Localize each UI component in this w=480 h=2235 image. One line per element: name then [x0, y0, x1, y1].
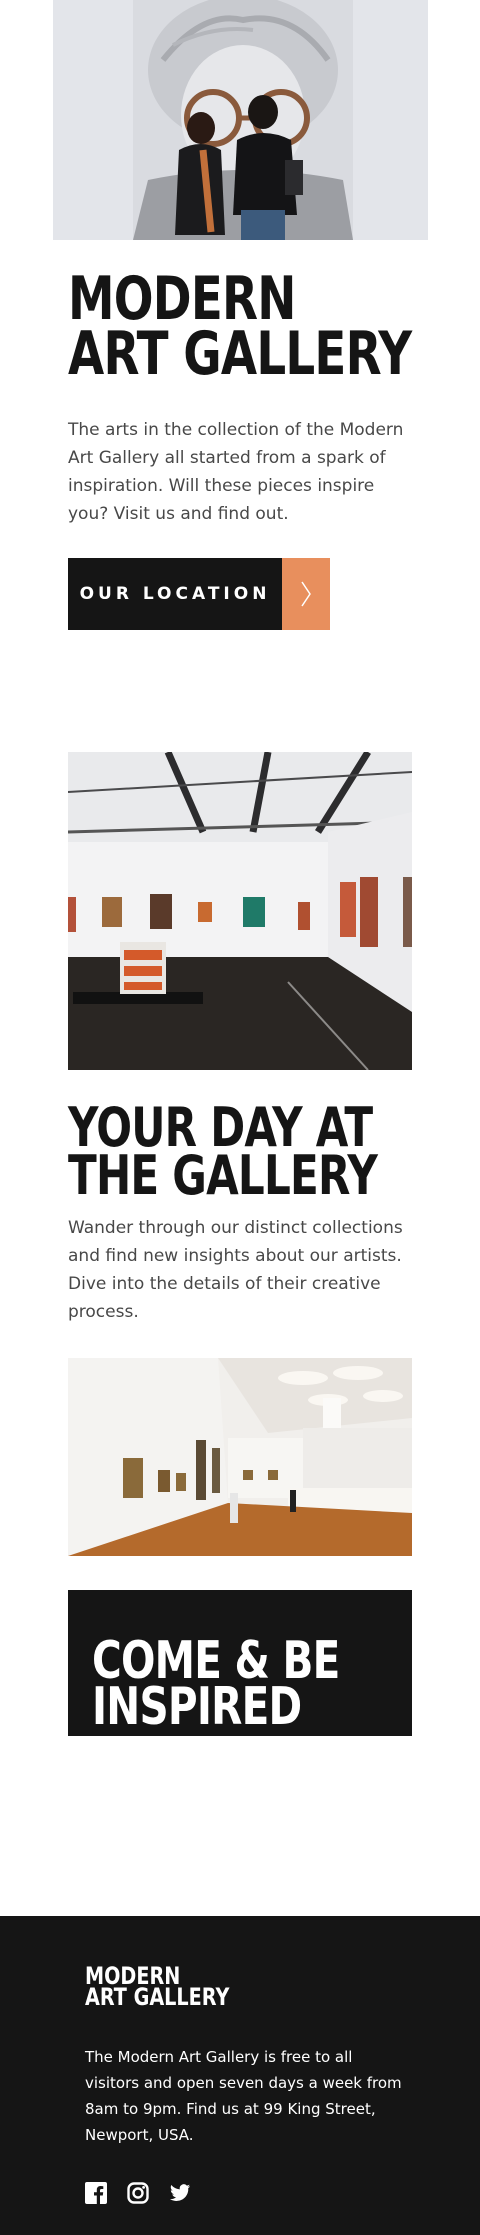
chevron-right-icon [282, 558, 330, 630]
footer: Modern Art Gallery The Modern Art Galler… [0, 1916, 480, 2235]
footer-logo[interactable]: Modern Art Gallery [85, 1964, 230, 2011]
twitter-icon[interactable] [169, 2182, 191, 2204]
inspired-banner: Come & Be Inspired [68, 1590, 412, 1736]
footer-description: The Modern Art Gallery is free to all vi… [85, 2048, 402, 2144]
our-location-button-label: OUR LOCATION [68, 558, 282, 630]
footer-logo-line2: Art Gallery [85, 1983, 230, 2011]
instagram-icon[interactable] [127, 2182, 149, 2204]
social-links [85, 2182, 191, 2204]
hero-description: The arts in the collection of the Modern… [68, 420, 404, 524]
section-title-line2: the Gallery [68, 1144, 378, 1207]
section-title-your-day: Your Day at the Gallery [68, 1101, 378, 1207]
inspired-title: Come & Be Inspired [92, 1635, 340, 1733]
facebook-icon[interactable] [85, 2182, 107, 2204]
hero-image [53, 0, 428, 240]
page-title: Modern Art Gallery [68, 269, 412, 389]
our-location-button[interactable]: OUR LOCATION [68, 558, 330, 630]
gallery-interior-image [68, 752, 412, 1070]
page-title-line2: Art Gallery [68, 319, 412, 389]
gallery-hallway-image [68, 1358, 412, 1556]
section-description: Wander through our distinct collections … [68, 1218, 403, 1322]
